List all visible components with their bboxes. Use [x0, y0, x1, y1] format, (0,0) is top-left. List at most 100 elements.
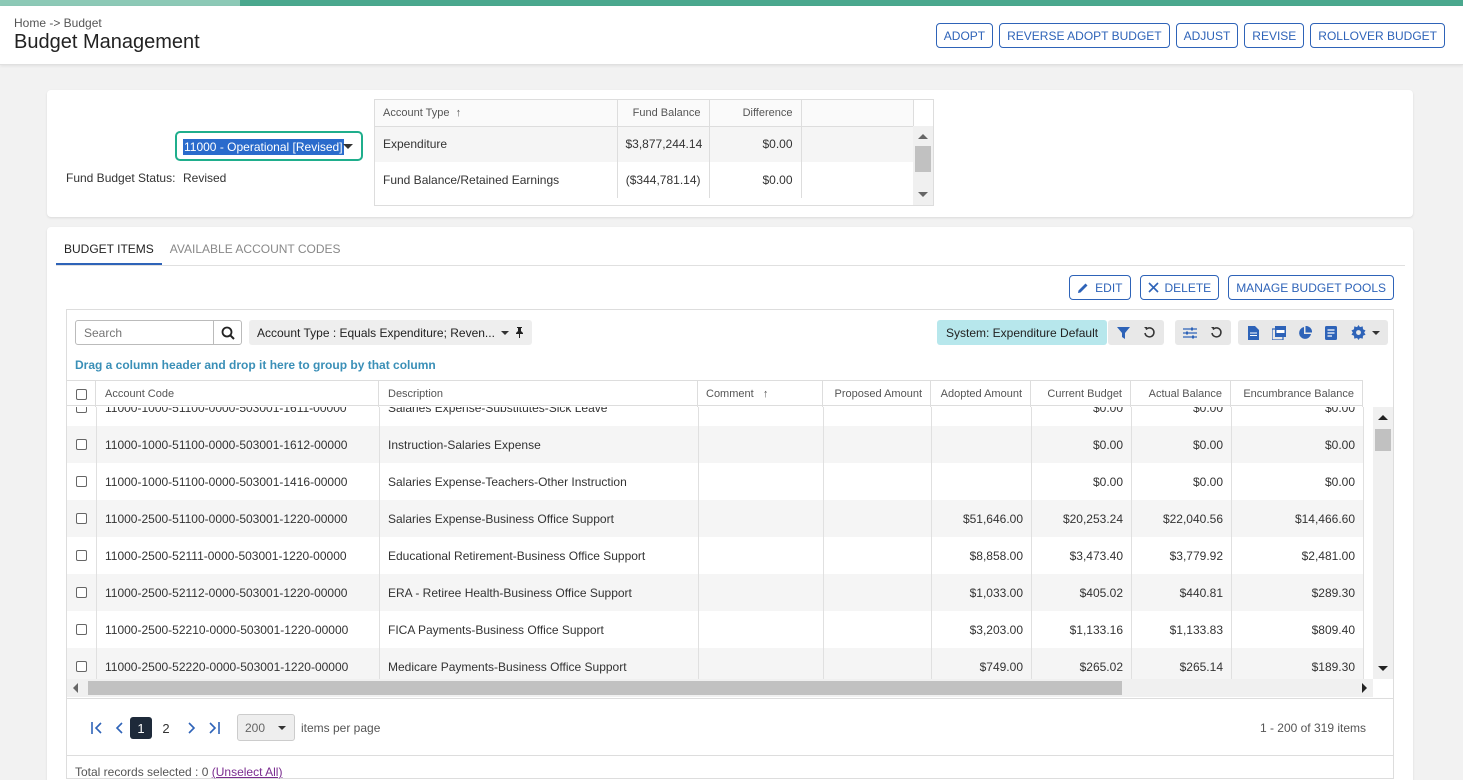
cell-adopted-amount: $3,203.00 — [969, 622, 1023, 637]
summary-row[interactable]: Fund Balance/Retained Earnings ($344,781… — [375, 162, 914, 198]
reset-columns-icon[interactable] — [1205, 322, 1227, 344]
search-button[interactable] — [213, 321, 241, 344]
fund-summary-card: Fund: 11000 - Operational [Revised] Fund… — [47, 90, 1413, 217]
scrollbar-thumb[interactable] — [915, 146, 931, 172]
row-checkbox[interactable] — [76, 439, 87, 450]
cell-account-code: 11000-1000-51100-0000-503001-1611-00000 — [105, 407, 347, 415]
first-page-icon[interactable] — [86, 717, 108, 739]
table-row[interactable]: 11000-1000-51100-0000-503001-1611-00000 S… — [67, 407, 1363, 426]
cell-proposed-amount — [823, 648, 931, 679]
table-row[interactable]: 11000-2500-52111-0000-503001-1220-00000 E… — [67, 537, 1363, 574]
adopt-button[interactable]: ADOPT — [935, 23, 994, 48]
column-settings-icon[interactable] — [1179, 322, 1201, 344]
account-type-filter-chip[interactable]: Account Type : Equals Expenditure; Reven… — [249, 320, 532, 345]
cell-actual-balance: $0.00 — [1192, 474, 1223, 489]
pdf-icon[interactable] — [1268, 322, 1290, 344]
summary-header-account-type[interactable]: Account Type ↑ — [375, 100, 618, 127]
scroll-right-icon[interactable] — [1362, 683, 1367, 693]
table-row[interactable]: 11000-2500-52112-0000-503001-1220-00000 E… — [67, 574, 1363, 611]
row-checkbox[interactable] — [76, 476, 87, 487]
page-2-button[interactable]: 2 — [155, 717, 177, 739]
table-row[interactable]: 11000-2500-51100-0000-503001-1220-00000 S… — [67, 500, 1363, 537]
sort-asc-icon: ↑ — [762, 388, 769, 400]
previous-page-icon[interactable] — [108, 717, 130, 739]
header-description[interactable]: Description — [379, 381, 698, 407]
header-encumbrance-balance[interactable]: Encumbrance Balance — [1231, 381, 1363, 407]
header-actual-balance[interactable]: Actual Balance — [1131, 381, 1231, 407]
group-by-drop-hint[interactable]: Drag a column header and drop it here to… — [75, 358, 436, 372]
cell-description: FICA Payments-Business Office Support — [388, 622, 604, 637]
grid-horizontal-scrollbar[interactable] — [67, 679, 1373, 697]
header-adopted-amount[interactable]: Adopted Amount — [931, 381, 1031, 407]
header-comment[interactable]: Comment ↑ — [698, 381, 823, 407]
row-checkbox[interactable] — [76, 513, 87, 524]
cell-adopted-amount: $51,646.00 — [962, 511, 1023, 526]
table-row[interactable]: 11000-2500-52220-0000-503001-1220-00000 M… — [67, 648, 1363, 679]
pie-chart-icon[interactable] — [1294, 322, 1316, 344]
revise-button[interactable]: REVISE — [1244, 23, 1305, 48]
close-icon — [1147, 282, 1159, 293]
table-row[interactable]: 11000-1000-51100-0000-503001-1416-00000 S… — [67, 463, 1363, 500]
cell-account-code: 11000-2500-51100-0000-503001-1220-00000 — [105, 511, 348, 526]
unselect-all-link[interactable]: (Unselect All) — [212, 765, 283, 779]
cell-current-budget: $20,253.24 — [1062, 511, 1123, 526]
last-page-icon[interactable] — [202, 717, 224, 739]
scroll-up-icon[interactable] — [1378, 415, 1388, 420]
summary-row[interactable]: Expenditure $3,877,244.14 $0.00 — [375, 126, 914, 162]
cell-adopted-amount: $1,033.00 — [969, 585, 1023, 600]
items-per-page-select[interactable]: 200 — [237, 714, 295, 741]
breadcrumb[interactable]: Home -> Budget — [14, 16, 102, 30]
scroll-down-icon[interactable] — [1378, 666, 1388, 671]
tab-budget-items[interactable]: BUDGET ITEMS — [56, 236, 162, 266]
delete-button[interactable]: DELETE — [1139, 275, 1220, 300]
row-checkbox[interactable] — [76, 587, 87, 598]
header-actions: ADOPT REVERSE ADOPT BUDGET ADJUST REVISE… — [935, 23, 1445, 48]
row-checkbox[interactable] — [76, 550, 87, 561]
edit-button[interactable]: EDIT — [1069, 275, 1131, 300]
summary-cell-difference: $0.00 — [709, 162, 802, 198]
scroll-left-icon[interactable] — [73, 683, 78, 693]
chevron-down-icon[interactable] — [343, 144, 353, 149]
pin-icon[interactable] — [515, 327, 524, 338]
select-all-checkbox[interactable] — [75, 388, 87, 400]
page-1-button[interactable]: 1 — [130, 717, 152, 739]
cell-adopted-amount: $8,858.00 — [969, 548, 1023, 563]
grid-vertical-scrollbar[interactable] — [1373, 407, 1393, 679]
report-icon[interactable] — [1320, 322, 1342, 344]
reset-filter-icon[interactable] — [1138, 322, 1160, 344]
header-current-budget[interactable]: Current Budget — [1031, 381, 1131, 407]
table-row[interactable]: 11000-1000-51100-0000-503001-1612-00000 I… — [67, 426, 1363, 463]
scroll-up-icon[interactable] — [918, 134, 928, 139]
scrollbar-thumb[interactable] — [1375, 429, 1391, 451]
summary-header-difference[interactable]: Difference — [709, 100, 802, 127]
header-account-code[interactable]: Account Code — [96, 381, 379, 407]
grid-actions: EDIT DELETE MANAGE BUDGET POOLS — [1069, 275, 1394, 300]
filter-icon[interactable] — [1112, 322, 1134, 344]
fund-select[interactable]: 11000 - Operational [Revised] — [175, 131, 363, 161]
row-checkbox-cell — [67, 407, 96, 426]
chevron-down-icon[interactable] — [500, 330, 509, 335]
tab-available-account-codes[interactable]: AVAILABLE ACCOUNT CODES — [162, 236, 349, 266]
table-row[interactable]: 11000-2500-52210-0000-503001-1220-00000 F… — [67, 611, 1363, 648]
document-icon[interactable] — [1242, 322, 1264, 344]
header-proposed-amount[interactable]: Proposed Amount — [823, 381, 931, 407]
gear-menu-icon[interactable] — [1346, 322, 1384, 344]
row-checkbox[interactable] — [76, 661, 87, 672]
cell-comment — [698, 537, 823, 574]
row-checkbox[interactable] — [76, 624, 87, 635]
system-view-chip[interactable]: System: Expenditure Default — [937, 320, 1108, 345]
adjust-button[interactable]: ADJUST — [1175, 23, 1239, 48]
row-checkbox[interactable] — [76, 407, 87, 413]
scroll-down-icon[interactable] — [918, 192, 928, 197]
cell-description: ERA - Retiree Health-Business Office Sup… — [388, 585, 632, 600]
cell-encumbrance-balance: $189.30 — [1311, 659, 1355, 674]
search-input[interactable] — [76, 321, 214, 344]
next-page-icon[interactable] — [180, 717, 202, 739]
rollover-budget-button[interactable]: ROLLOVER BUDGET — [1310, 23, 1445, 48]
summary-header-fund-balance[interactable]: Fund Balance — [617, 100, 710, 127]
summary-vertical-scrollbar[interactable] — [913, 126, 933, 205]
reverse-adopt-budget-button[interactable]: REVERSE ADOPT BUDGET — [999, 23, 1170, 48]
manage-budget-pools-button[interactable]: MANAGE BUDGET POOLS — [1228, 275, 1394, 300]
scrollbar-thumb[interactable] — [88, 681, 1122, 695]
cell-actual-balance: $3,779.92 — [1169, 548, 1223, 563]
